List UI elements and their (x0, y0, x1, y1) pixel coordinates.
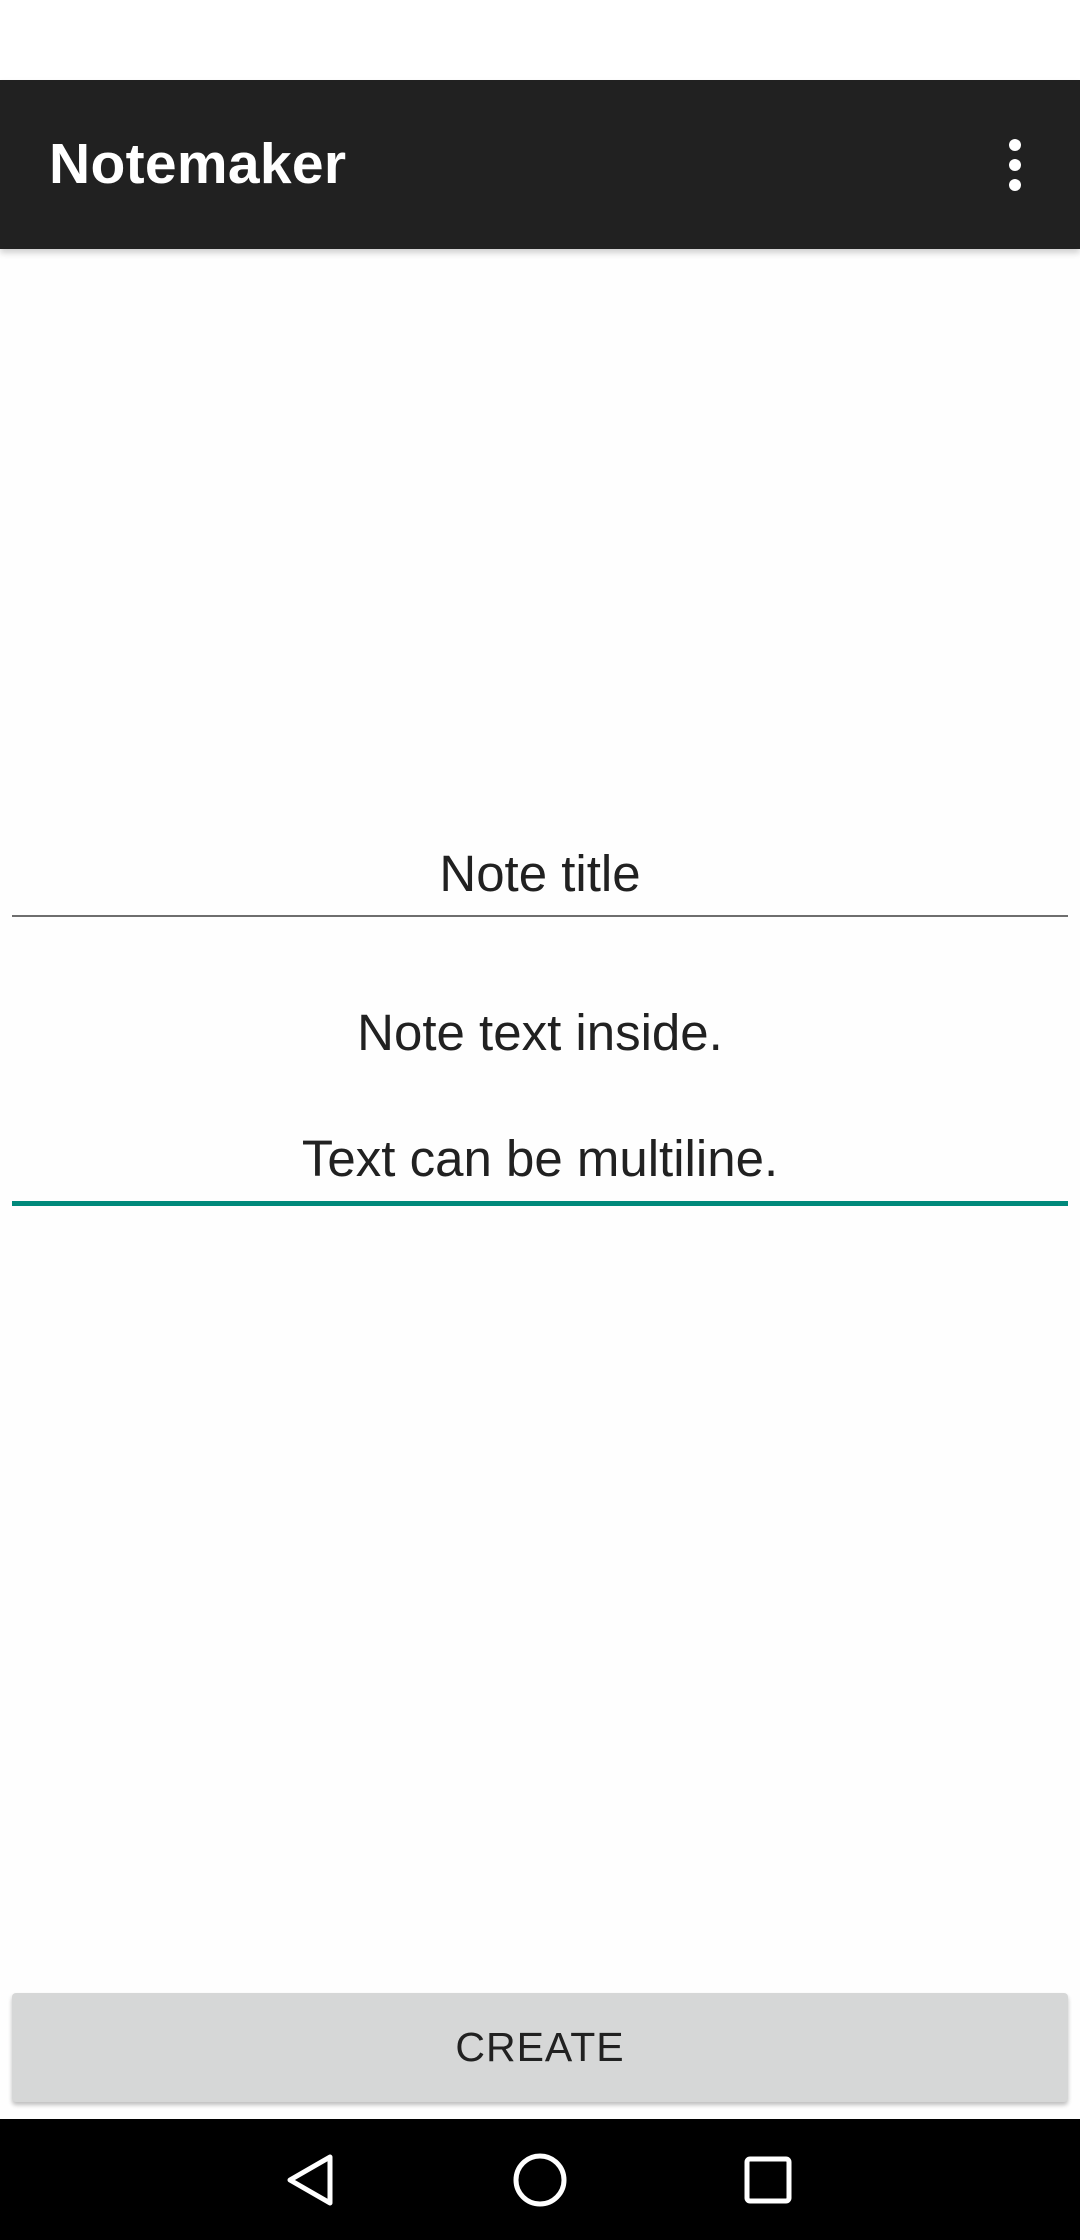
nav-recents-button[interactable] (708, 2119, 828, 2240)
back-icon (287, 2154, 333, 2205)
create-button[interactable]: CREATE (12, 1993, 1068, 2102)
note-body-underline (12, 1201, 1068, 1206)
nav-back-button[interactable] (250, 2119, 370, 2240)
status-bar (0, 0, 1080, 80)
home-icon (513, 2153, 567, 2206)
app-bar: Notemaker (0, 80, 1080, 249)
note-title-field[interactable]: Note title (12, 830, 1068, 917)
app-title: Notemaker (49, 132, 347, 196)
note-title-text: Note title (439, 845, 641, 902)
overflow-menu-button[interactable] (950, 80, 1080, 249)
note-body-field[interactable]: Note text inside. Text can be multiline. (12, 970, 1068, 1206)
recents-icon (744, 2156, 792, 2203)
navigation-bar (0, 2119, 1080, 2240)
note-body-line: Note text inside. (357, 1004, 723, 1061)
note-title-underline (12, 915, 1068, 917)
more-vert-icon (1009, 138, 1021, 191)
nav-home-button[interactable] (480, 2119, 600, 2240)
